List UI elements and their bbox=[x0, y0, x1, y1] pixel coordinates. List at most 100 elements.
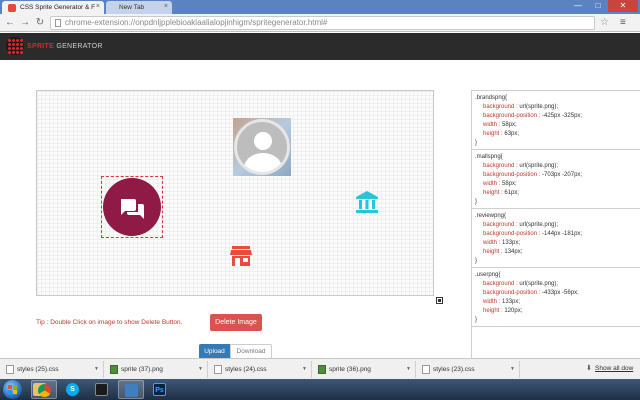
app-header: SPRITE GENERATOR bbox=[0, 33, 640, 60]
css-prop-background: background : url(sprite.png); bbox=[483, 104, 559, 110]
css-prop-position: background-position : -144px -181px; bbox=[483, 231, 583, 237]
chrome-icon bbox=[38, 384, 51, 397]
tab-close-icon[interactable]: × bbox=[164, 3, 168, 10]
address-bar[interactable]: chrome-extension://onpdnljpplebioaklaali… bbox=[50, 16, 595, 30]
download-filename: styles (24).css bbox=[225, 366, 267, 373]
css-close-brace: } bbox=[475, 140, 478, 146]
css-prop-background: background : url(sprite.png); bbox=[483, 281, 559, 287]
tab-sprite-generator[interactable]: CSS Sprite Generator & F × bbox=[2, 1, 104, 14]
malls-sprite[interactable] bbox=[230, 245, 252, 267]
css-close-brace: } bbox=[475, 317, 478, 323]
windows-logo-icon bbox=[8, 385, 17, 394]
css-prop-width: width : 58px; bbox=[483, 122, 517, 128]
download-button[interactable]: Download bbox=[230, 344, 272, 359]
tab-label: CSS Sprite Generator & F bbox=[20, 4, 96, 11]
download-arrow-icon: ⬇ bbox=[586, 365, 592, 372]
photoshop-icon: Ps bbox=[153, 383, 166, 396]
download-filename: sprite (37).png bbox=[121, 366, 163, 373]
download-filename: styles (25).css bbox=[17, 366, 59, 373]
css-prop-background: background : url(sprite.png); bbox=[483, 222, 559, 228]
windows-start-button[interactable] bbox=[3, 380, 22, 399]
upload-button[interactable]: Upload bbox=[199, 344, 230, 359]
skype-icon: S bbox=[66, 383, 79, 396]
brands-sprite[interactable] bbox=[355, 189, 379, 215]
browser-tab-strip: CSS Sprite Generator & F × New Tab × — □… bbox=[0, 0, 640, 14]
sprite-logo-icon bbox=[6, 37, 24, 55]
css-close-brace: } bbox=[475, 258, 478, 264]
close-window-button[interactable]: ✕ bbox=[608, 0, 638, 12]
css-selector: .reviewpng{ bbox=[475, 213, 507, 219]
css-prop-height: height : 61px; bbox=[483, 190, 520, 196]
page-icon bbox=[55, 19, 61, 27]
css-selector: .mallspng{ bbox=[475, 154, 503, 160]
tip-text: Tip : Double Click on image to show Dele… bbox=[36, 319, 183, 326]
chevron-down-icon[interactable]: ▼ bbox=[198, 361, 203, 378]
png-file-icon bbox=[318, 365, 326, 374]
chevron-down-icon[interactable]: ▼ bbox=[302, 361, 307, 378]
css-file-icon bbox=[422, 365, 430, 374]
windows-taskbar: S Ps bbox=[0, 379, 640, 400]
css-prop-height: height : 134px; bbox=[483, 249, 523, 255]
photos-icon bbox=[125, 384, 138, 397]
chevron-down-icon[interactable]: ▼ bbox=[510, 361, 515, 378]
css-prop-position: background-position : -703px -207px; bbox=[483, 172, 583, 178]
forward-arrow-icon[interactable]: → bbox=[19, 17, 31, 29]
maximize-button[interactable]: □ bbox=[588, 0, 608, 12]
css-selector: .userpng{ bbox=[475, 272, 501, 278]
tab-label: New Tab bbox=[119, 4, 145, 11]
css-rule-block: .brandspng{ background : url(sprite.png)… bbox=[472, 91, 640, 150]
taskbar-photos[interactable] bbox=[118, 380, 144, 399]
show-all-downloads-link[interactable]: Show all dow bbox=[595, 365, 633, 372]
taskbar-terminal[interactable] bbox=[89, 380, 115, 399]
css-output-panel[interactable]: .brandspng{ background : url(sprite.png)… bbox=[471, 90, 640, 358]
address-text: chrome-extension://onpdnljpplebioaklaali… bbox=[65, 18, 328, 27]
minimize-button[interactable]: — bbox=[568, 0, 588, 12]
download-item[interactable]: styles (23).css ▼ bbox=[418, 361, 520, 378]
download-filename: styles (23).css bbox=[433, 366, 475, 373]
css-prop-background: background : url(sprite.png); bbox=[483, 163, 559, 169]
png-file-icon bbox=[110, 365, 118, 374]
css-prop-width: width : 133px; bbox=[483, 299, 521, 305]
bank-icon bbox=[356, 191, 378, 213]
chevron-down-icon[interactable]: ▼ bbox=[94, 361, 99, 378]
tab-new-tab[interactable]: New Tab × bbox=[106, 1, 172, 14]
css-prop-position: background-position : -425px -325px; bbox=[483, 113, 583, 119]
download-item[interactable]: sprite (37).png ▼ bbox=[106, 361, 208, 378]
bookmark-star-icon[interactable]: ☆ bbox=[600, 17, 609, 28]
store-icon bbox=[230, 246, 252, 266]
taskbar-chrome[interactable] bbox=[31, 380, 57, 399]
chrome-menu-icon[interactable]: ≡ bbox=[620, 17, 626, 28]
sprite-canvas[interactable] bbox=[36, 90, 434, 296]
user-avatar-sprite[interactable] bbox=[233, 118, 291, 176]
css-rule-block: .reviewpng{ background : url(sprite.png)… bbox=[472, 209, 640, 268]
download-item[interactable]: styles (24).css ▼ bbox=[210, 361, 312, 378]
download-filename: sprite (36).png bbox=[329, 366, 371, 373]
user-icon bbox=[234, 119, 290, 175]
css-prop-width: width : 58px; bbox=[483, 181, 517, 187]
chevron-down-icon[interactable]: ▼ bbox=[406, 361, 411, 378]
terminal-icon bbox=[95, 383, 108, 396]
taskbar-skype[interactable]: S bbox=[60, 380, 86, 399]
sprite-favicon-icon bbox=[8, 4, 16, 12]
logo-sprite-word: SPRITE bbox=[27, 43, 55, 50]
css-selector: .brandspng{ bbox=[475, 95, 508, 101]
download-item[interactable]: sprite (36).png ▼ bbox=[314, 361, 416, 378]
downloads-bar: styles (25).css ▼ sprite (37).png ▼ styl… bbox=[0, 358, 640, 379]
back-arrow-icon[interactable]: ← bbox=[4, 17, 16, 29]
download-item[interactable]: styles (25).css ▼ bbox=[2, 361, 104, 378]
taskbar-photoshop[interactable]: Ps bbox=[147, 380, 173, 399]
css-file-icon bbox=[6, 365, 14, 374]
tab-close-icon[interactable]: × bbox=[96, 3, 100, 10]
css-prop-height: height : 120px; bbox=[483, 308, 523, 314]
css-rule-block: .mallspng{ background : url(sprite.png);… bbox=[472, 150, 640, 209]
css-prop-width: width : 133px; bbox=[483, 240, 521, 246]
canvas-resize-handle[interactable] bbox=[436, 297, 443, 304]
window-controls: — □ ✕ bbox=[568, 0, 638, 12]
css-prop-position: background-position : -433px -56px; bbox=[483, 290, 579, 296]
reload-icon[interactable]: ↻ bbox=[34, 17, 46, 29]
css-file-icon bbox=[214, 365, 222, 374]
browser-toolbar: ← → ↻ chrome-extension://onpdnljpplebioa… bbox=[0, 14, 640, 32]
delete-image-button[interactable]: Delete Image bbox=[210, 314, 262, 331]
app-logo-text: SPRITE GENERATOR bbox=[27, 43, 103, 50]
review-sprite[interactable] bbox=[101, 176, 163, 238]
